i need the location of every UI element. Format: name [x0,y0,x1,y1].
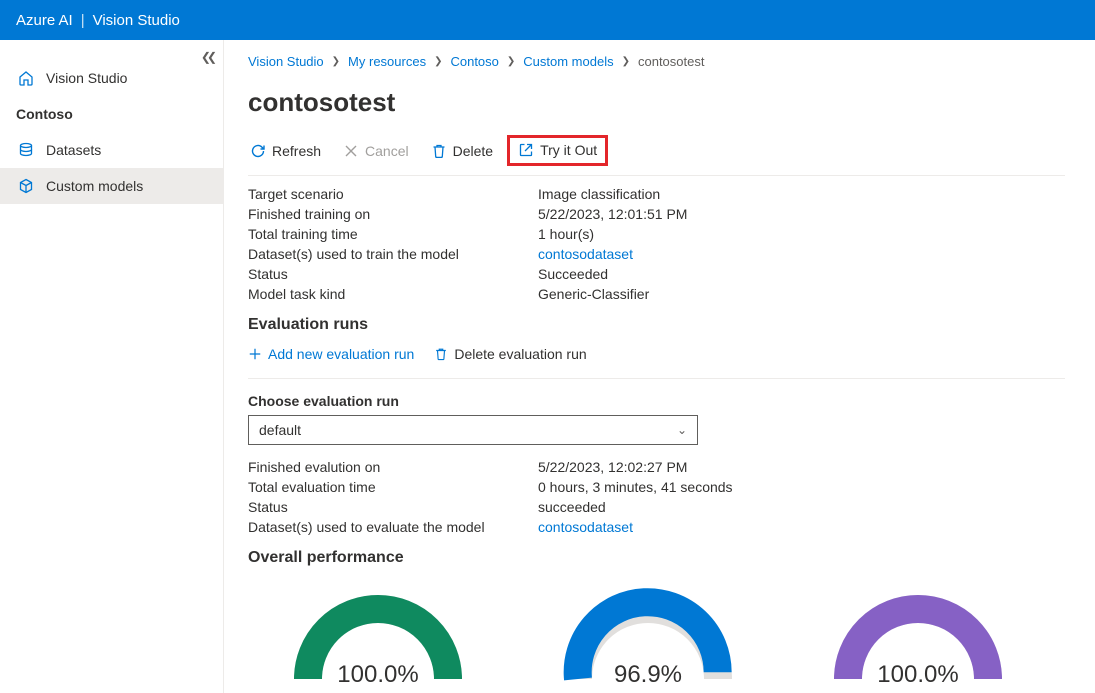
gauge: 96.9% Accuracy - Top 1 i [548,589,748,693]
refresh-button[interactable]: Refresh [248,141,323,161]
info-value: Generic-Classifier [538,286,1065,302]
app-header: Azure AI | Vision Studio [0,0,1095,40]
close-icon [343,143,359,159]
breadcrumb-link[interactable]: Contoso [450,54,498,69]
sidebar-item-label: Vision Studio [46,70,127,86]
toolbar: Refresh Cancel Delete Try it O [248,136,1065,176]
breadcrumb-link[interactable]: My resources [348,54,426,69]
info-value: 1 hour(s) [538,226,1065,242]
info-value: Image classification [538,186,1065,202]
breadcrumb-link[interactable]: Custom models [523,54,613,69]
gauge-value: 96.9% [558,661,738,689]
info-key: Status [248,266,538,282]
model-info-grid: Target scenarioImage classificationFinis… [248,186,1065,302]
delete-label: Delete [453,143,493,159]
chevron-down-icon: ⌄ [677,423,687,437]
sidebar-group-contoso[interactable]: Contoso [0,96,223,132]
info-value: 5/22/2023, 12:02:27 PM [538,459,1065,475]
header-divider: | [81,12,85,29]
eval-info-grid: Finished evalution on5/22/2023, 12:02:27… [248,459,1065,535]
select-value: default [259,422,301,438]
eval-heading: Evaluation runs [248,316,1065,334]
delete-eval-label: Delete evaluation run [454,346,586,362]
gauge-arc: 100.0% [288,589,468,689]
info-value: 5/22/2023, 12:01:51 PM [538,206,1065,222]
add-eval-run-button[interactable]: Add new evaluation run [248,346,414,362]
try-it-out-button[interactable]: Try it Out [516,140,599,160]
chevron-right-icon: ❯ [622,56,630,67]
sidebar-item-custom-models[interactable]: Custom models [0,168,223,204]
info-key: Dataset(s) used to train the model [248,246,538,262]
sidebar-item-label: Custom models [46,178,143,194]
cancel-button: Cancel [341,141,411,161]
external-link-icon [518,142,534,158]
info-key: Total training time [248,226,538,242]
eval-run-select[interactable]: default ⌄ [248,415,698,445]
sidebar-group-label: Contoso [16,106,73,122]
gauge-arc: 96.9% [558,589,738,689]
add-eval-label: Add new evaluation run [268,346,414,362]
try-it-out-label: Try it Out [540,142,597,158]
gauge: 100.0% Average precision i [278,589,478,693]
home-icon [18,70,34,86]
delete-eval-run-button[interactable]: Delete evaluation run [434,346,586,362]
eval-actions: Add new evaluation run Delete evaluation… [248,346,1065,379]
cancel-label: Cancel [365,143,409,159]
breadcrumb-link[interactable]: Vision Studio [248,54,324,69]
product-text: Vision Studio [93,12,180,29]
info-key: Model task kind [248,286,538,302]
page-title: contosotest [248,87,1065,118]
info-value-link[interactable]: contosodataset [538,246,1065,262]
info-key: Status [248,499,538,515]
gauge: 100.0% Accuracy - Top 5 i [818,589,1018,693]
perf-heading: Overall performance [248,549,1065,567]
collapse-sidebar-icon[interactable]: ❮❮ [201,50,213,64]
trash-icon [431,143,447,159]
cube-icon [18,178,34,194]
info-key: Dataset(s) used to evaluate the model [248,519,538,535]
info-value: succeeded [538,499,1065,515]
brand-text: Azure AI [16,12,73,29]
dataset-icon [18,142,34,158]
gauge-value: 100.0% [828,661,1008,689]
sidebar-item-home[interactable]: Vision Studio [0,60,223,96]
info-key: Target scenario [248,186,538,202]
refresh-label: Refresh [272,143,321,159]
chevron-right-icon: ❯ [507,56,515,67]
info-value-link[interactable]: contosodataset [538,519,1065,535]
info-value: Succeeded [538,266,1065,282]
delete-button[interactable]: Delete [429,141,495,161]
breadcrumb: Vision Studio ❯ My resources ❯ Contoso ❯… [248,54,1065,69]
refresh-icon [250,143,266,159]
breadcrumb-current: contosotest [638,54,705,69]
sidebar-item-label: Datasets [46,142,101,158]
info-key: Total evaluation time [248,479,538,495]
gauge-value: 100.0% [288,661,468,689]
try-it-out-highlight: Try it Out [507,135,608,166]
main-content: Vision Studio ❯ My resources ❯ Contoso ❯… [224,40,1095,693]
info-value: 0 hours, 3 minutes, 41 seconds [538,479,1065,495]
choose-eval-label: Choose evaluation run [248,393,1065,409]
performance-row: 100.0% Average precision i 96.9% Accurac… [248,579,1065,693]
chevron-right-icon: ❯ [332,56,340,67]
sidebar: ❮❮ Vision Studio Contoso Datasets Custom… [0,40,224,693]
chevron-right-icon: ❯ [434,56,442,67]
gauge-arc: 100.0% [828,589,1008,689]
info-key: Finished evalution on [248,459,538,475]
sidebar-item-datasets[interactable]: Datasets [0,132,223,168]
info-key: Finished training on [248,206,538,222]
